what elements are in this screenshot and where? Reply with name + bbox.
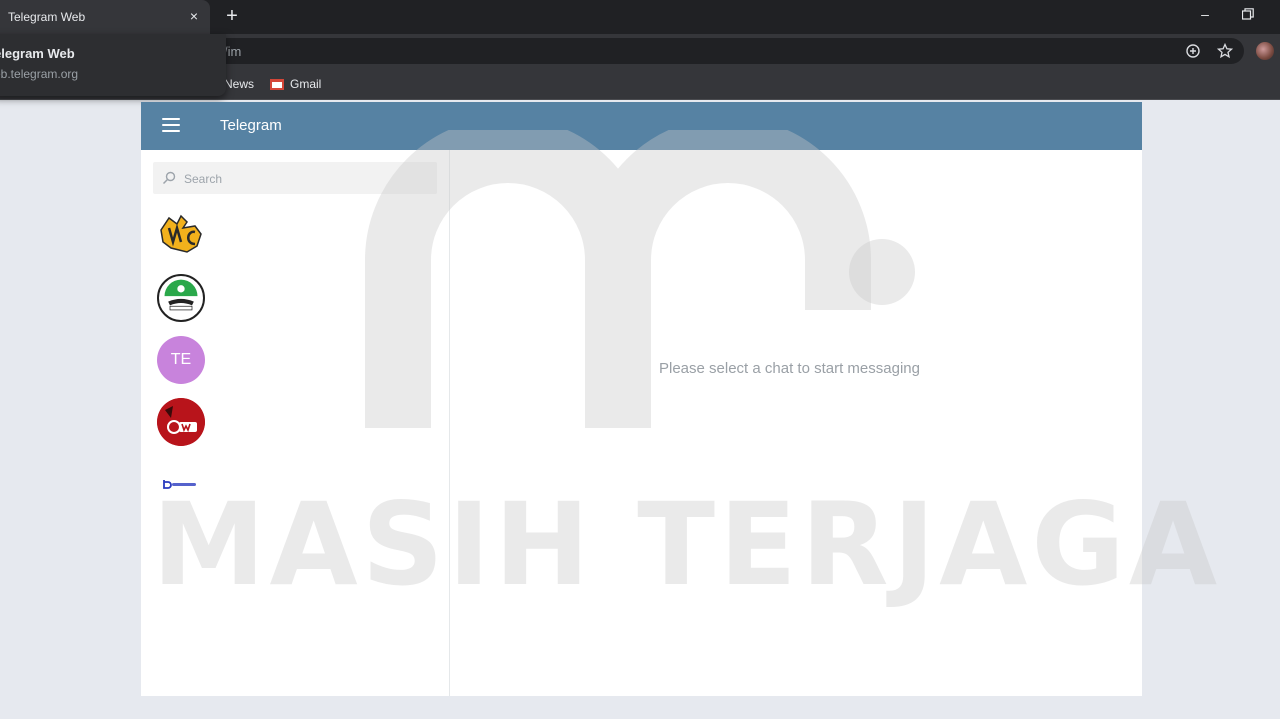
search-input[interactable]: Search xyxy=(153,162,437,194)
add-circle-icon[interactable] xyxy=(1185,43,1201,59)
chat-avatar-green-emblem[interactable] xyxy=(157,274,205,322)
hover-card-title: elegram Web xyxy=(0,46,75,61)
chat-avatar-blue-logo[interactable] xyxy=(157,460,205,508)
gmail-icon xyxy=(270,78,284,90)
hover-card-url: eb.telegram.org xyxy=(0,67,79,81)
address-bar[interactable]: /im xyxy=(200,38,1244,64)
tab-hover-card: elegram Web eb.telegram.org xyxy=(0,34,226,96)
new-tab-button[interactable]: + xyxy=(222,6,242,26)
minimize-button[interactable]: – xyxy=(1196,6,1214,24)
restore-window-icon[interactable] xyxy=(1242,8,1254,20)
chat-panel: Please select a chat to start messaging xyxy=(451,150,1142,696)
chat-avatar-red-3w[interactable] xyxy=(157,398,205,446)
chat-sidebar: Search TE xyxy=(141,150,450,696)
menu-icon[interactable] xyxy=(162,118,180,132)
tab-title: Telegram Web xyxy=(8,10,86,24)
bookmark-news-label: News xyxy=(224,77,255,91)
bookmark-gmail-label: Gmail xyxy=(290,77,322,91)
profile-avatar[interactable] xyxy=(1256,42,1274,60)
address-url: /im xyxy=(224,44,242,59)
search-icon xyxy=(162,171,176,185)
search-placeholder: Search xyxy=(184,172,223,186)
bookmark-news[interactable]: News xyxy=(224,77,254,91)
telegram-app: Telegram Search TE Please select a chat … xyxy=(141,102,1142,696)
bookmark-star-icon[interactable] xyxy=(1217,43,1233,59)
bookmark-gmail[interactable]: Gmail xyxy=(270,77,321,91)
empty-chat-message: Please select a chat to start messaging xyxy=(659,360,920,377)
app-title: Telegram xyxy=(220,117,282,134)
browser-tab-telegram[interactable]: Telegram Web × xyxy=(0,0,210,34)
chat-avatar-initials[interactable]: TE xyxy=(157,336,205,384)
chat-avatar-nc-logo[interactable] xyxy=(157,212,205,260)
app-header: Telegram xyxy=(141,102,1142,150)
browser-tab-bar: Telegram Web × + – xyxy=(0,0,1280,34)
tab-close-icon[interactable]: × xyxy=(186,8,202,24)
